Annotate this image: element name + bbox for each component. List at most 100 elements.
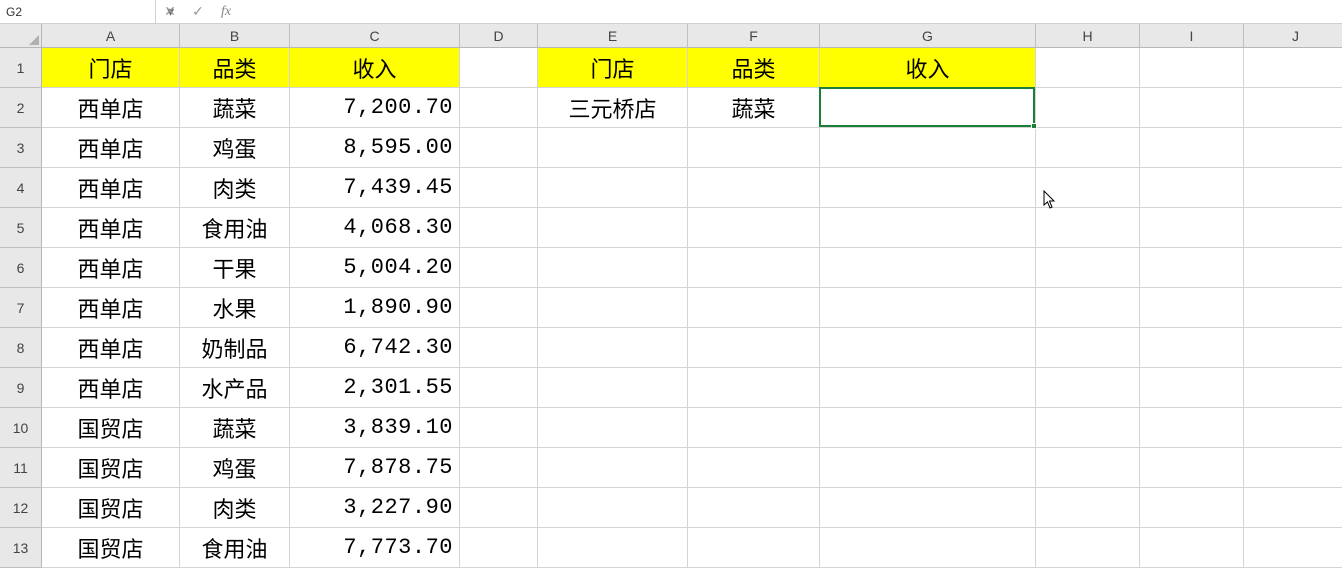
column-header-J[interactable]: J bbox=[1244, 24, 1342, 48]
cell-I1[interactable] bbox=[1140, 48, 1244, 88]
cell-H11[interactable] bbox=[1036, 448, 1140, 488]
row-header-2[interactable]: 2 bbox=[0, 88, 42, 128]
cell-D6[interactable] bbox=[460, 248, 538, 288]
cell-H12[interactable] bbox=[1036, 488, 1140, 528]
cell-E9[interactable] bbox=[538, 368, 688, 408]
cell-D10[interactable] bbox=[460, 408, 538, 448]
cell-A4[interactable]: 西单店 bbox=[42, 168, 180, 208]
cell-I4[interactable] bbox=[1140, 168, 1244, 208]
cell-F5[interactable] bbox=[688, 208, 820, 248]
cell-G12[interactable] bbox=[820, 488, 1036, 528]
cell-F6[interactable] bbox=[688, 248, 820, 288]
cell-F1[interactable]: 品类 bbox=[688, 48, 820, 88]
cell-D2[interactable] bbox=[460, 88, 538, 128]
cell-H8[interactable] bbox=[1036, 328, 1140, 368]
cell-B11[interactable]: 鸡蛋 bbox=[180, 448, 290, 488]
row-header-11[interactable]: 11 bbox=[0, 448, 42, 488]
cell-I10[interactable] bbox=[1140, 408, 1244, 448]
select-all-corner[interactable] bbox=[0, 24, 42, 48]
cell-H4[interactable] bbox=[1036, 168, 1140, 208]
row-header-3[interactable]: 3 bbox=[0, 128, 42, 168]
cell-H1[interactable] bbox=[1036, 48, 1140, 88]
column-header-C[interactable]: C bbox=[290, 24, 460, 48]
cell-C6[interactable]: 5,004.20 bbox=[290, 248, 460, 288]
cell-I9[interactable] bbox=[1140, 368, 1244, 408]
cell-A7[interactable]: 西单店 bbox=[42, 288, 180, 328]
cell-J7[interactable] bbox=[1244, 288, 1342, 328]
cell-A6[interactable]: 西单店 bbox=[42, 248, 180, 288]
cell-I11[interactable] bbox=[1140, 448, 1244, 488]
cell-E1[interactable]: 门店 bbox=[538, 48, 688, 88]
cell-C9[interactable]: 2,301.55 bbox=[290, 368, 460, 408]
cell-E13[interactable] bbox=[538, 528, 688, 568]
row-header-9[interactable]: 9 bbox=[0, 368, 42, 408]
cell-B5[interactable]: 食用油 bbox=[180, 208, 290, 248]
cell-G7[interactable] bbox=[820, 288, 1036, 328]
cell-J9[interactable] bbox=[1244, 368, 1342, 408]
cell-B2[interactable]: 蔬菜 bbox=[180, 88, 290, 128]
cell-C1[interactable]: 收入 bbox=[290, 48, 460, 88]
cell-B10[interactable]: 蔬菜 bbox=[180, 408, 290, 448]
cell-C11[interactable]: 7,878.75 bbox=[290, 448, 460, 488]
cell-I6[interactable] bbox=[1140, 248, 1244, 288]
cell-D12[interactable] bbox=[460, 488, 538, 528]
cell-D7[interactable] bbox=[460, 288, 538, 328]
cell-A9[interactable]: 西单店 bbox=[42, 368, 180, 408]
cell-B13[interactable]: 食用油 bbox=[180, 528, 290, 568]
cell-D1[interactable] bbox=[460, 48, 538, 88]
cell-J1[interactable] bbox=[1244, 48, 1342, 88]
cell-I2[interactable] bbox=[1140, 88, 1244, 128]
cell-E2[interactable]: 三元桥店 bbox=[538, 88, 688, 128]
cell-F11[interactable] bbox=[688, 448, 820, 488]
formula-enter-button[interactable]: ✓ bbox=[184, 0, 212, 23]
cell-C4[interactable]: 7,439.45 bbox=[290, 168, 460, 208]
cell-I5[interactable] bbox=[1140, 208, 1244, 248]
formula-cancel-button[interactable]: ✕ bbox=[156, 0, 184, 23]
row-header-1[interactable]: 1 bbox=[0, 48, 42, 88]
cell-F3[interactable] bbox=[688, 128, 820, 168]
cell-J11[interactable] bbox=[1244, 448, 1342, 488]
cell-H10[interactable] bbox=[1036, 408, 1140, 448]
cell-F13[interactable] bbox=[688, 528, 820, 568]
cell-D5[interactable] bbox=[460, 208, 538, 248]
insert-function-button[interactable]: fx bbox=[212, 0, 240, 23]
column-header-F[interactable]: F bbox=[688, 24, 820, 48]
cell-B3[interactable]: 鸡蛋 bbox=[180, 128, 290, 168]
cell-D3[interactable] bbox=[460, 128, 538, 168]
row-header-7[interactable]: 7 bbox=[0, 288, 42, 328]
cell-A1[interactable]: 门店 bbox=[42, 48, 180, 88]
cell-E12[interactable] bbox=[538, 488, 688, 528]
cell-E10[interactable] bbox=[538, 408, 688, 448]
cell-J13[interactable] bbox=[1244, 528, 1342, 568]
cell-J2[interactable] bbox=[1244, 88, 1342, 128]
row-header-13[interactable]: 13 bbox=[0, 528, 42, 568]
cell-G11[interactable] bbox=[820, 448, 1036, 488]
cell-I12[interactable] bbox=[1140, 488, 1244, 528]
column-header-H[interactable]: H bbox=[1036, 24, 1140, 48]
cell-B4[interactable]: 肉类 bbox=[180, 168, 290, 208]
cell-A8[interactable]: 西单店 bbox=[42, 328, 180, 368]
column-header-D[interactable]: D bbox=[460, 24, 538, 48]
cell-C7[interactable]: 1,890.90 bbox=[290, 288, 460, 328]
cell-G4[interactable] bbox=[820, 168, 1036, 208]
cell-G1[interactable]: 收入 bbox=[820, 48, 1036, 88]
cell-I7[interactable] bbox=[1140, 288, 1244, 328]
cell-B12[interactable]: 肉类 bbox=[180, 488, 290, 528]
cell-G13[interactable] bbox=[820, 528, 1036, 568]
cell-A13[interactable]: 国贸店 bbox=[42, 528, 180, 568]
cell-E7[interactable] bbox=[538, 288, 688, 328]
cell-H9[interactable] bbox=[1036, 368, 1140, 408]
cell-F7[interactable] bbox=[688, 288, 820, 328]
cell-H7[interactable] bbox=[1036, 288, 1140, 328]
cell-H3[interactable] bbox=[1036, 128, 1140, 168]
row-header-6[interactable]: 6 bbox=[0, 248, 42, 288]
cell-F10[interactable] bbox=[688, 408, 820, 448]
cell-B1[interactable]: 品类 bbox=[180, 48, 290, 88]
cell-J3[interactable] bbox=[1244, 128, 1342, 168]
cell-A11[interactable]: 国贸店 bbox=[42, 448, 180, 488]
cell-A12[interactable]: 国贸店 bbox=[42, 488, 180, 528]
cell-J5[interactable] bbox=[1244, 208, 1342, 248]
cell-B9[interactable]: 水产品 bbox=[180, 368, 290, 408]
cell-G6[interactable] bbox=[820, 248, 1036, 288]
cell-D9[interactable] bbox=[460, 368, 538, 408]
